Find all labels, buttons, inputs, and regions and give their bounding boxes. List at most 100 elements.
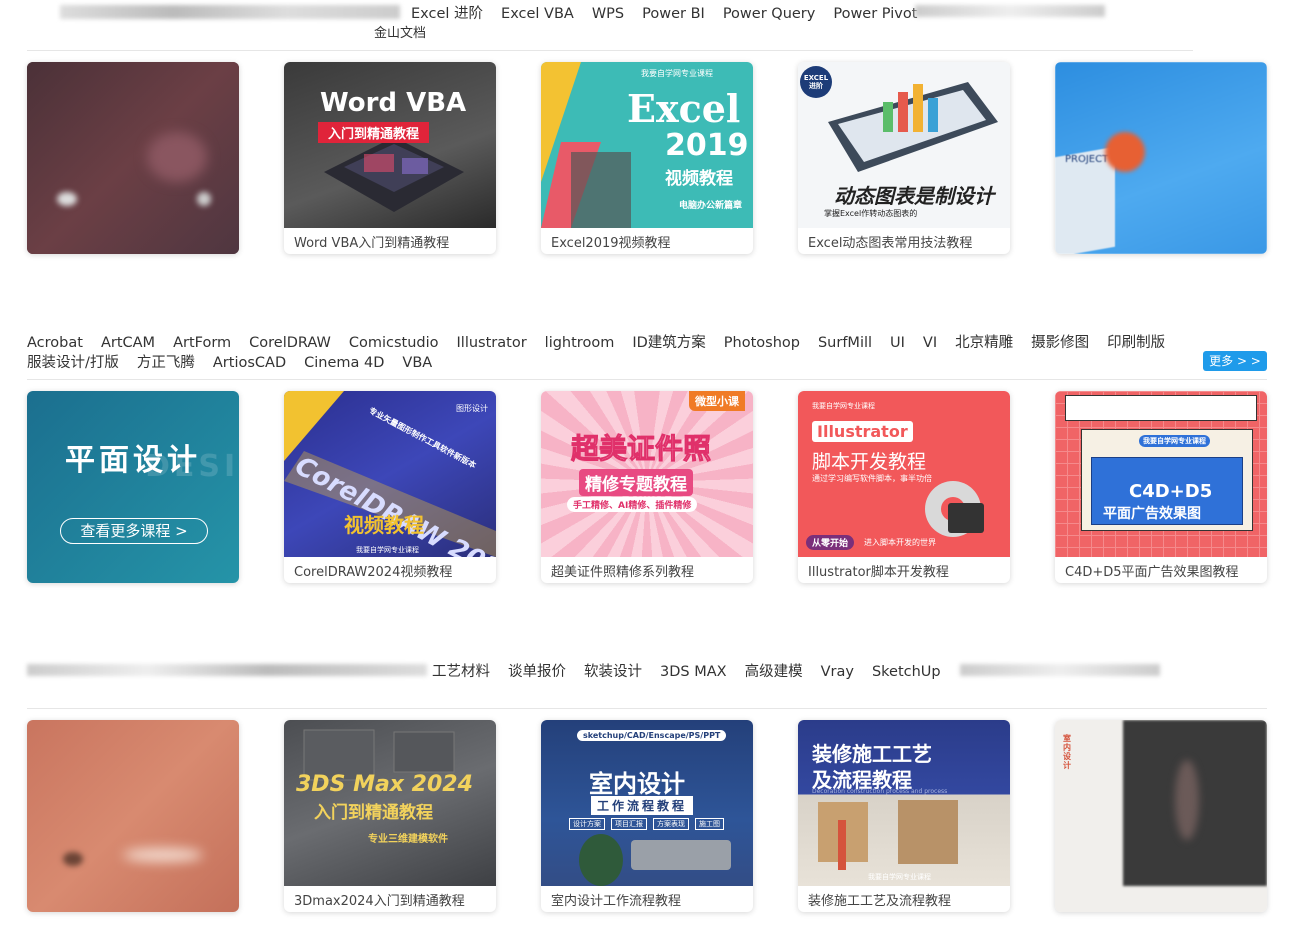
course-card-3-1[interactable] — [27, 720, 239, 912]
course-card-3-4[interactable]: 装修施工工艺 及流程教程 Decoration construction pro… — [798, 720, 1010, 912]
course-card-2-4[interactable]: 我要自学网专业课程 Illustrator 脚本开发教程 通过学习编写软件脚本，… — [798, 391, 1010, 583]
thumb-label: 室内设计 — [1063, 734, 1071, 770]
nav-tab-power-pivot[interactable]: Power Pivot — [833, 6, 917, 22]
course-thumb: 装修施工工艺 及流程教程 Decoration construction pro… — [798, 720, 1010, 886]
course-title[interactable]: Excel2019视频教程 — [551, 232, 671, 251]
course-card-1-3[interactable]: 我要自学网专业课程 Excel 2019 视频教程 电脑办公新篇章 Excel2… — [541, 62, 753, 254]
tag-artcam[interactable]: ArtCAM — [101, 335, 155, 351]
course-card-2-3[interactable]: 微型小课 超美证件照 精修专题教程 手工精修、AI精修、插件精修 超美证件照精修… — [541, 391, 753, 583]
thumb-label: PROJECT — [1065, 154, 1109, 165]
course-card-2-2[interactable]: 图形设计 CorelDRAW 2024 视频教程 专业矢量图形制作工具软件新版本… — [284, 391, 496, 583]
nav-tab-power-query[interactable]: Power Query — [723, 6, 816, 22]
course-title[interactable]: Word VBA入门到精通教程 — [294, 232, 449, 251]
tag-vray[interactable]: Vray — [821, 664, 854, 680]
tag-print-prepress[interactable]: 印刷制版 — [1107, 331, 1165, 352]
course-title[interactable]: 3Dmax2024入门到精通教程 — [294, 890, 465, 909]
course-thumb: 我要自学网专业课程 Excel 2019 视频教程 电脑办公新篇章 — [541, 62, 753, 228]
course-card-3-3[interactable]: sketchup/CAD/Enscape/PS/PPT 室内设计 工作流程教程 … — [541, 720, 753, 912]
tag-craft-materials[interactable]: 工艺材料 — [432, 660, 490, 681]
tag-advanced-modeling[interactable]: 高级建模 — [745, 660, 803, 681]
tag-sketchup[interactable]: SketchUp — [872, 664, 941, 680]
course-title[interactable]: 室内设计工作流程教程 — [551, 890, 681, 909]
thumb-sub: 精修专题教程 — [579, 469, 693, 496]
course-thumb: 图形设计 CorelDRAW 2024 视频教程 专业矢量图形制作工具软件新版本… — [284, 391, 496, 557]
course-title[interactable]: Illustrator脚本开发教程 — [808, 561, 949, 580]
tag-id-architecture[interactable]: ID建筑方案 — [632, 331, 705, 352]
thumb-subtitle: 视频教程 — [665, 169, 733, 189]
blurred-nav-left — [60, 5, 400, 19]
tag-vba[interactable]: VBA — [402, 355, 432, 371]
course-title[interactable]: Excel动态图表常用技法教程 — [808, 232, 972, 251]
design-tags-line1: Acrobat ArtCAM ArtForm CorelDRAW Comicstudio… — [27, 331, 1183, 352]
nav-tab-excel-advanced[interactable]: Excel 进阶 — [411, 2, 483, 23]
nav-tab-kingsoft-docs[interactable]: 金山文档 — [374, 22, 426, 41]
course-thumb: 我要自学网专业课程 C4D+D5 平面广告效果图 — [1055, 391, 1267, 557]
nav-tab-power-bi[interactable]: Power BI — [642, 6, 705, 22]
course-thumb: 微型小课 超美证件照 精修专题教程 手工精修、AI精修、插件精修 — [541, 391, 753, 557]
course-thumb: 我要自学网专业课程 Illustrator 脚本开发教程 通过学习编写软件脚本，… — [798, 391, 1010, 557]
course-thumb — [27, 720, 239, 912]
tag-quotation[interactable]: 谈单报价 — [508, 660, 566, 681]
course-title[interactable]: 装修施工工艺及流程教程 — [808, 890, 951, 909]
tag-soft-decoration[interactable]: 软装设计 — [584, 660, 642, 681]
blurred-nav-right — [915, 5, 1105, 17]
thumb-top: 我要自学网专业课程 — [812, 402, 875, 410]
course-thumb: 室内设计 — [1055, 720, 1267, 912]
course-card-1-2[interactable]: Word VBA 入门到精通教程 Word VBA入门到精通教程 — [284, 62, 496, 254]
thumb-title: Excel — [627, 86, 741, 131]
course-card-1-1[interactable] — [27, 62, 239, 254]
course-card-3-5[interactable]: 室内设计 — [1055, 720, 1267, 912]
thumb-sub: 视频教程 — [344, 513, 424, 537]
course-card-3-2[interactable]: 3DS Max 2024 入门到精通教程 专业三维建模软件 3Dmax2024入… — [284, 720, 496, 912]
tag-illustrator[interactable]: Illustrator — [457, 335, 527, 351]
thumb-title: 3DS Max 2024 — [296, 772, 473, 797]
nav-tab-excel-vba[interactable]: Excel VBA — [501, 6, 574, 22]
tag-photo-retouch[interactable]: 摄影修图 — [1031, 331, 1089, 352]
course-card-2-5[interactable]: 我要自学网专业课程 C4D+D5 平面广告效果图 C4D+D5平面广告效果图教程 — [1055, 391, 1267, 583]
thumb-sub: 掌握Excel作转动态图表的 — [824, 209, 918, 218]
course-card-1-4[interactable]: EXCEL进阶 动态图表是制设计 掌握Excel作转动态图表的 Excel动态图… — [798, 62, 1010, 254]
tag-beijing-jingdiao[interactable]: 北京精雕 — [955, 331, 1013, 352]
tag-fashion-design[interactable]: 服装设计/打版 — [27, 351, 119, 372]
thumb-sub: 工作流程教程 — [591, 796, 694, 815]
thumb-footer: 我要自学网专业课程 — [868, 873, 931, 881]
course-title[interactable]: CorelDRAW2024视频教程 — [294, 561, 452, 580]
promo-more-courses-button[interactable]: 查看更多课程 > — [60, 518, 208, 544]
tag-founder-feiteng[interactable]: 方正飞腾 — [137, 351, 195, 372]
course-thumb: 3DS Max 2024 入门到精通教程 专业三维建模软件 — [284, 720, 496, 886]
more-button[interactable]: 更多 > > — [1203, 351, 1267, 371]
tag-ui[interactable]: UI — [890, 335, 905, 351]
tag-3ds-max[interactable]: 3DS MAX — [660, 664, 727, 680]
tag-artioscad[interactable]: ArtiosCAD — [213, 355, 286, 371]
tag-photoshop[interactable]: Photoshop — [724, 335, 800, 351]
blurred-interior-tags-left — [27, 664, 427, 676]
nav-tab-wps[interactable]: WPS — [592, 6, 624, 22]
top-divider — [27, 50, 1193, 51]
course-thumb: Word VBA 入门到精通教程 — [284, 62, 496, 228]
tag-surfmill[interactable]: SurfMill — [818, 335, 872, 351]
design-divider — [27, 379, 1267, 380]
tag-cinema4d[interactable]: Cinema 4D — [304, 355, 384, 371]
tag-vi[interactable]: VI — [923, 335, 937, 351]
course-card-1-5[interactable]: PROJECT — [1055, 62, 1267, 254]
blurred-interior-tags-right — [960, 664, 1160, 676]
course-title[interactable]: C4D+D5平面广告效果图教程 — [1065, 561, 1239, 580]
thumb-tag: 图形设计 — [456, 404, 488, 413]
tag-coreldraw[interactable]: CorelDRAW — [249, 335, 331, 351]
tag-acrobat[interactable]: Acrobat — [27, 335, 83, 351]
thumb-title: 动态图表是制设计 — [834, 184, 994, 208]
thumb-note: 手工精修、AI精修、插件精修 — [567, 497, 698, 512]
thumb-sub: 平面广告效果图 — [1103, 506, 1201, 522]
course-thumb: PROJECT — [1055, 62, 1267, 254]
promo-title: 平面设计 — [65, 443, 201, 478]
course-title[interactable]: 超美证件照精修系列教程 — [551, 561, 694, 580]
thumb-top: sketchup/CAD/Enscape/PS/PPT — [577, 730, 727, 741]
thumb-footer: 我要自学网专业课程 — [356, 546, 419, 554]
tag-lightroom[interactable]: lightroom — [545, 335, 615, 351]
tag-comicstudio[interactable]: Comicstudio — [349, 335, 439, 351]
promo-card-graphic-design[interactable]: DESIGN 平面设计 查看更多课程 > — [27, 391, 239, 583]
tag-artform[interactable]: ArtForm — [173, 335, 231, 351]
thumb-tag: 从零开始 — [806, 535, 855, 550]
thumb-subtitle: 入门到精通教程 — [318, 122, 430, 143]
course-thumb: EXCEL进阶 动态图表是制设计 掌握Excel作转动态图表的 — [798, 62, 1010, 228]
